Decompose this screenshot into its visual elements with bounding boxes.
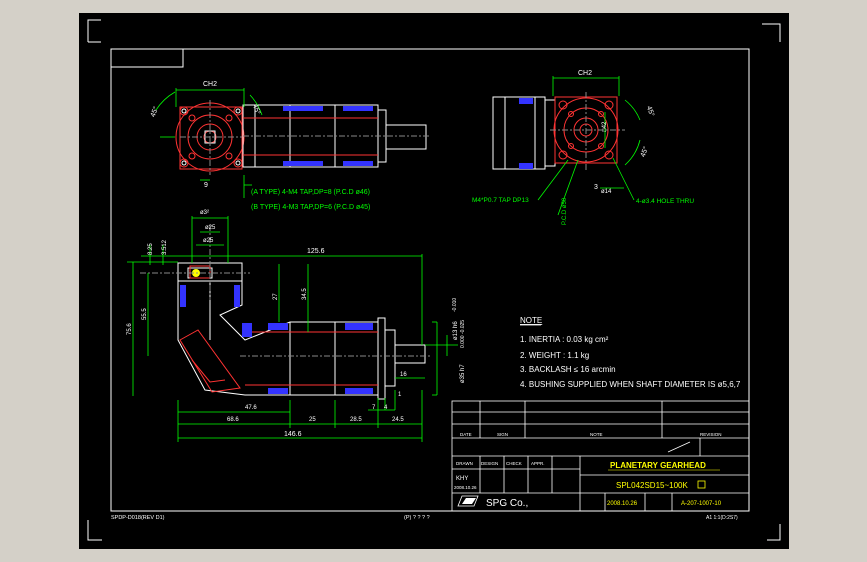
dim-sq42: □42	[602, 121, 608, 132]
rev-header-note: NOTE	[590, 432, 603, 437]
dim-3: 3	[594, 184, 598, 191]
note-heading: NOTE	[520, 316, 542, 325]
dim-1: 1	[398, 392, 402, 398]
callout-m4-tap: M4*P0.7 TAP DP13	[472, 197, 529, 204]
drawing-number: A-207-1007-10	[681, 501, 722, 507]
operator-date: 2008.10.26	[454, 485, 477, 490]
note-item-4: 4. BUSHING SUPPLIED WHEN SHAFT DIAMETER …	[520, 380, 741, 389]
rev-header-sign: SIGN	[497, 432, 508, 437]
callout-a-type: (A TYPE) 4-M4 TAP,DP=8 (P.C.D ø46)	[251, 189, 370, 196]
drawing-frame	[110, 48, 750, 512]
callout-hole-thru: 4-ø3.4 HOLE THRU	[636, 198, 694, 205]
dim-16: 16	[400, 372, 407, 378]
dim-146-6: 146.6	[284, 431, 302, 438]
dim-25-b: ø25	[203, 238, 214, 244]
dim-75-6: 75.6	[127, 323, 133, 335]
dim-47-6: 47.6	[245, 405, 257, 411]
dim-3-512: 3.512	[162, 239, 168, 255]
right-bottom-code: A1 1:1(D:2S7)	[706, 515, 738, 521]
dim-27: 27	[273, 293, 279, 300]
company-name: SPG Co.,	[486, 498, 528, 509]
dim-14: ø14	[601, 189, 612, 195]
rev-header-date: DATE	[460, 432, 472, 437]
front-view-left: CH2 9 45° 45° (A TYPE) 4-M4 TAP,DP=8 (P.…	[149, 81, 430, 211]
dim-25: 25	[309, 417, 316, 423]
cad-drawing: CH2 9 45° 45° (A TYPE) 4-M4 TAP,DP=8 (P.…	[87, 19, 781, 541]
dim-28-5: 28.5	[350, 417, 362, 423]
dim-55-5: 55.5	[142, 308, 148, 320]
sign-header-check: CHECK	[506, 461, 522, 466]
tol-a: -0.010	[452, 298, 458, 312]
section-view: ø3² ø25 ø25 8.25 3.512 125.6 27 34.5 55.…	[127, 210, 466, 442]
dim-9: 9	[204, 182, 208, 189]
dim-45-c: 45°	[645, 105, 656, 118]
company-logo	[457, 495, 479, 507]
note-block: NOTE 1. INERTIA : 0.03 kg cm² 2. WEIGHT …	[520, 316, 741, 389]
dim-34-5: 34.5	[302, 288, 308, 300]
sign-header-design: DESIGN	[481, 461, 498, 466]
dim-ch2-left: CH2	[203, 81, 217, 88]
drawing-date: 2008.10.26	[607, 501, 638, 507]
note-item-3: 3. BACKLASH ≤ 16 arcmin	[520, 365, 616, 374]
dim-45-d: 45°	[639, 145, 650, 158]
callout-b-type: (B TYPE) 4-M3 TAP,DP=6 (P.C.D ø45)	[251, 204, 370, 211]
sign-header-drawn: DRAWN	[456, 461, 473, 466]
drawing-title: PLANETARY GEARHEAD	[610, 461, 706, 470]
left-bottom-code: SPDP-D018(REV D1)	[111, 515, 165, 521]
note-item-1: 1. INERTIA : 0.03 kg cm²	[520, 335, 609, 344]
tol-b: 0.000 -0.025	[460, 320, 466, 348]
callout-pcd: P.C.D ø50	[562, 197, 568, 225]
rev-header-revision: REVISION	[700, 432, 722, 437]
dim-125-6: 125.6	[307, 248, 325, 255]
sign-header-appr: APPR.	[531, 461, 545, 466]
center-bottom-code: (P) ? ? ? ?	[404, 515, 430, 521]
dim-x25-top: ø3²	[200, 210, 209, 216]
model-suffix-box	[697, 480, 706, 489]
dim-13h6: ø13 h6	[453, 321, 459, 340]
dim-8-25: 8.25	[148, 243, 154, 255]
note-item-2: 2. WEIGHT : 1.1 kg	[520, 351, 589, 360]
dim-25-a: ø25	[205, 225, 216, 231]
dim-24-5: 24.5	[392, 417, 404, 423]
model-number: SPL042SD15~100K	[616, 481, 689, 490]
operator: KHY	[456, 476, 468, 482]
front-view-right: CH2 □42 3 ø14 45° 45° M4*P0.7 TAP DP13 P…	[472, 70, 694, 225]
title-block: DATE SIGN NOTE REVISION DRAWN DESIGN CHE…	[451, 400, 750, 512]
dim-68-6: 68.6	[227, 417, 239, 423]
dim-ch2-right: CH2	[578, 70, 592, 77]
dim-35h7: ø35 h7	[460, 364, 466, 383]
